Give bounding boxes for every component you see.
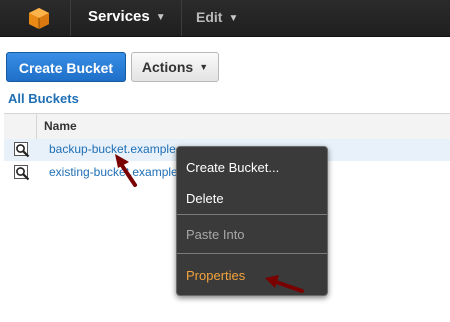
menu-item-delete[interactable]: Delete <box>186 191 224 206</box>
annotation-arrow-icon <box>115 154 137 187</box>
chevron-down-icon: ▼ <box>228 13 239 24</box>
menu-item-properties[interactable]: Properties <box>186 268 245 283</box>
aws-logo-icon[interactable] <box>28 7 50 29</box>
column-divider <box>36 114 37 139</box>
menu-item-paste-into[interactable]: Paste Into <box>186 227 245 242</box>
services-label: Services <box>88 8 150 25</box>
magnifier-icon[interactable] <box>14 142 30 158</box>
menu-item-create-bucket[interactable]: Create Bucket... <box>186 160 279 175</box>
actions-label: Actions <box>141 59 194 75</box>
services-menu[interactable]: Services ▼ <box>88 0 166 36</box>
edit-menu[interactable]: Edit ▼ <box>196 0 238 36</box>
table-header: Name <box>4 113 450 140</box>
annotation-arrow-icon <box>265 275 304 293</box>
edit-label: Edit <box>196 9 223 25</box>
chevron-down-icon: ▼ <box>199 62 209 72</box>
nav-divider <box>181 0 182 36</box>
chevron-down-icon: ▼ <box>155 12 166 23</box>
top-nav-bar: Services ▼ Edit ▼ <box>0 0 450 37</box>
magnifier-icon[interactable] <box>14 165 30 181</box>
actions-button[interactable]: Actions ▼ <box>131 52 219 82</box>
menu-separator <box>177 214 327 215</box>
menu-separator <box>177 253 327 254</box>
nav-divider <box>70 0 71 36</box>
create-bucket-button[interactable]: Create Bucket <box>6 52 126 82</box>
all-buckets-heading: All Buckets <box>8 91 79 106</box>
column-header-name[interactable]: Name <box>44 119 77 133</box>
